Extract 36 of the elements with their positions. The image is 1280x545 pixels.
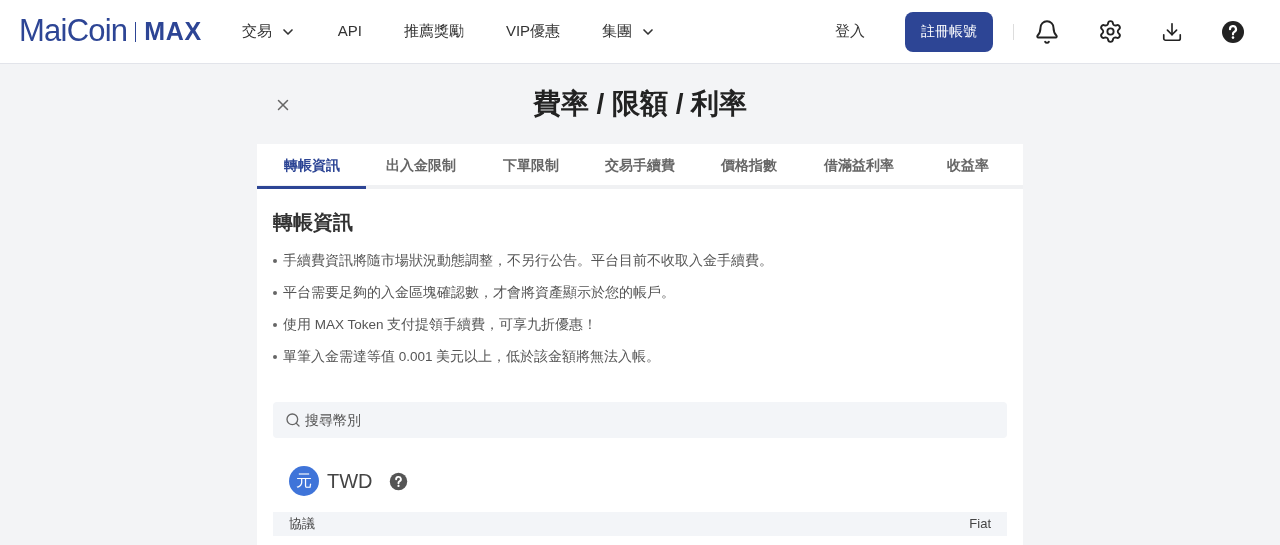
note-item: 使用 MAX Token 支付提領手續費，可享九折優惠！: [273, 315, 1007, 334]
tab[interactable]: 出入金限制: [366, 144, 476, 189]
bullet-icon: [273, 258, 277, 263]
logo-brand[interactable]: MaiCoin: [19, 8, 128, 55]
bullet-icon: [273, 322, 277, 327]
tab[interactable]: 下單限制: [475, 144, 586, 189]
nav-link[interactable]: VIP優惠: [505, 20, 561, 43]
settings-icon[interactable]: [1098, 19, 1123, 44]
section-heading: 轉帳資訊: [273, 210, 354, 235]
currency-code: TWD: [327, 469, 373, 494]
help-icon[interactable]: [1221, 19, 1245, 44]
search-icon: [285, 412, 301, 428]
tab[interactable]: 借滿益利率: [804, 144, 914, 189]
nav-link[interactable]: 推薦獎勵: [403, 20, 464, 43]
nav-link[interactable]: API: [337, 20, 362, 43]
note-item: 平台需要足夠的入金區塊確認數，才會將資產顯示於您的帳戶。: [273, 283, 1007, 302]
page-title: 費率 / 限額 / 利率: [532, 87, 748, 121]
nav-link[interactable]: 交易: [241, 20, 296, 43]
bell-icon[interactable]: [1034, 18, 1060, 45]
download-icon[interactable]: [1161, 20, 1183, 43]
note-item: 單筆入金需達等值 0.001 美元以上，低於該金額將無法入帳。: [273, 347, 1007, 366]
signup-button[interactable]: 註冊帳號: [905, 11, 993, 52]
tab[interactable]: 收益率: [913, 144, 1023, 189]
search-field[interactable]: 搜尋幣別: [273, 402, 1007, 438]
nav-link[interactable]: 集團: [602, 20, 657, 43]
column-header: 協議: [289, 515, 315, 534]
currency-icon: 元: [289, 466, 319, 496]
note-item: 手續費資訊將隨市場狀況動態調整，不另行公告。平台目前不收取入金手續費。: [273, 251, 1007, 270]
column-header: Fiat: [969, 515, 991, 534]
tab[interactable]: 交易手續費: [585, 144, 695, 189]
bullet-icon: [273, 354, 277, 359]
help-icon[interactable]: [388, 471, 408, 491]
tab[interactable]: 價格指數: [694, 144, 805, 189]
logo-product[interactable]: MAX: [144, 12, 202, 51]
login-link[interactable]: 登入: [835, 20, 865, 43]
bullet-icon: [273, 290, 277, 295]
